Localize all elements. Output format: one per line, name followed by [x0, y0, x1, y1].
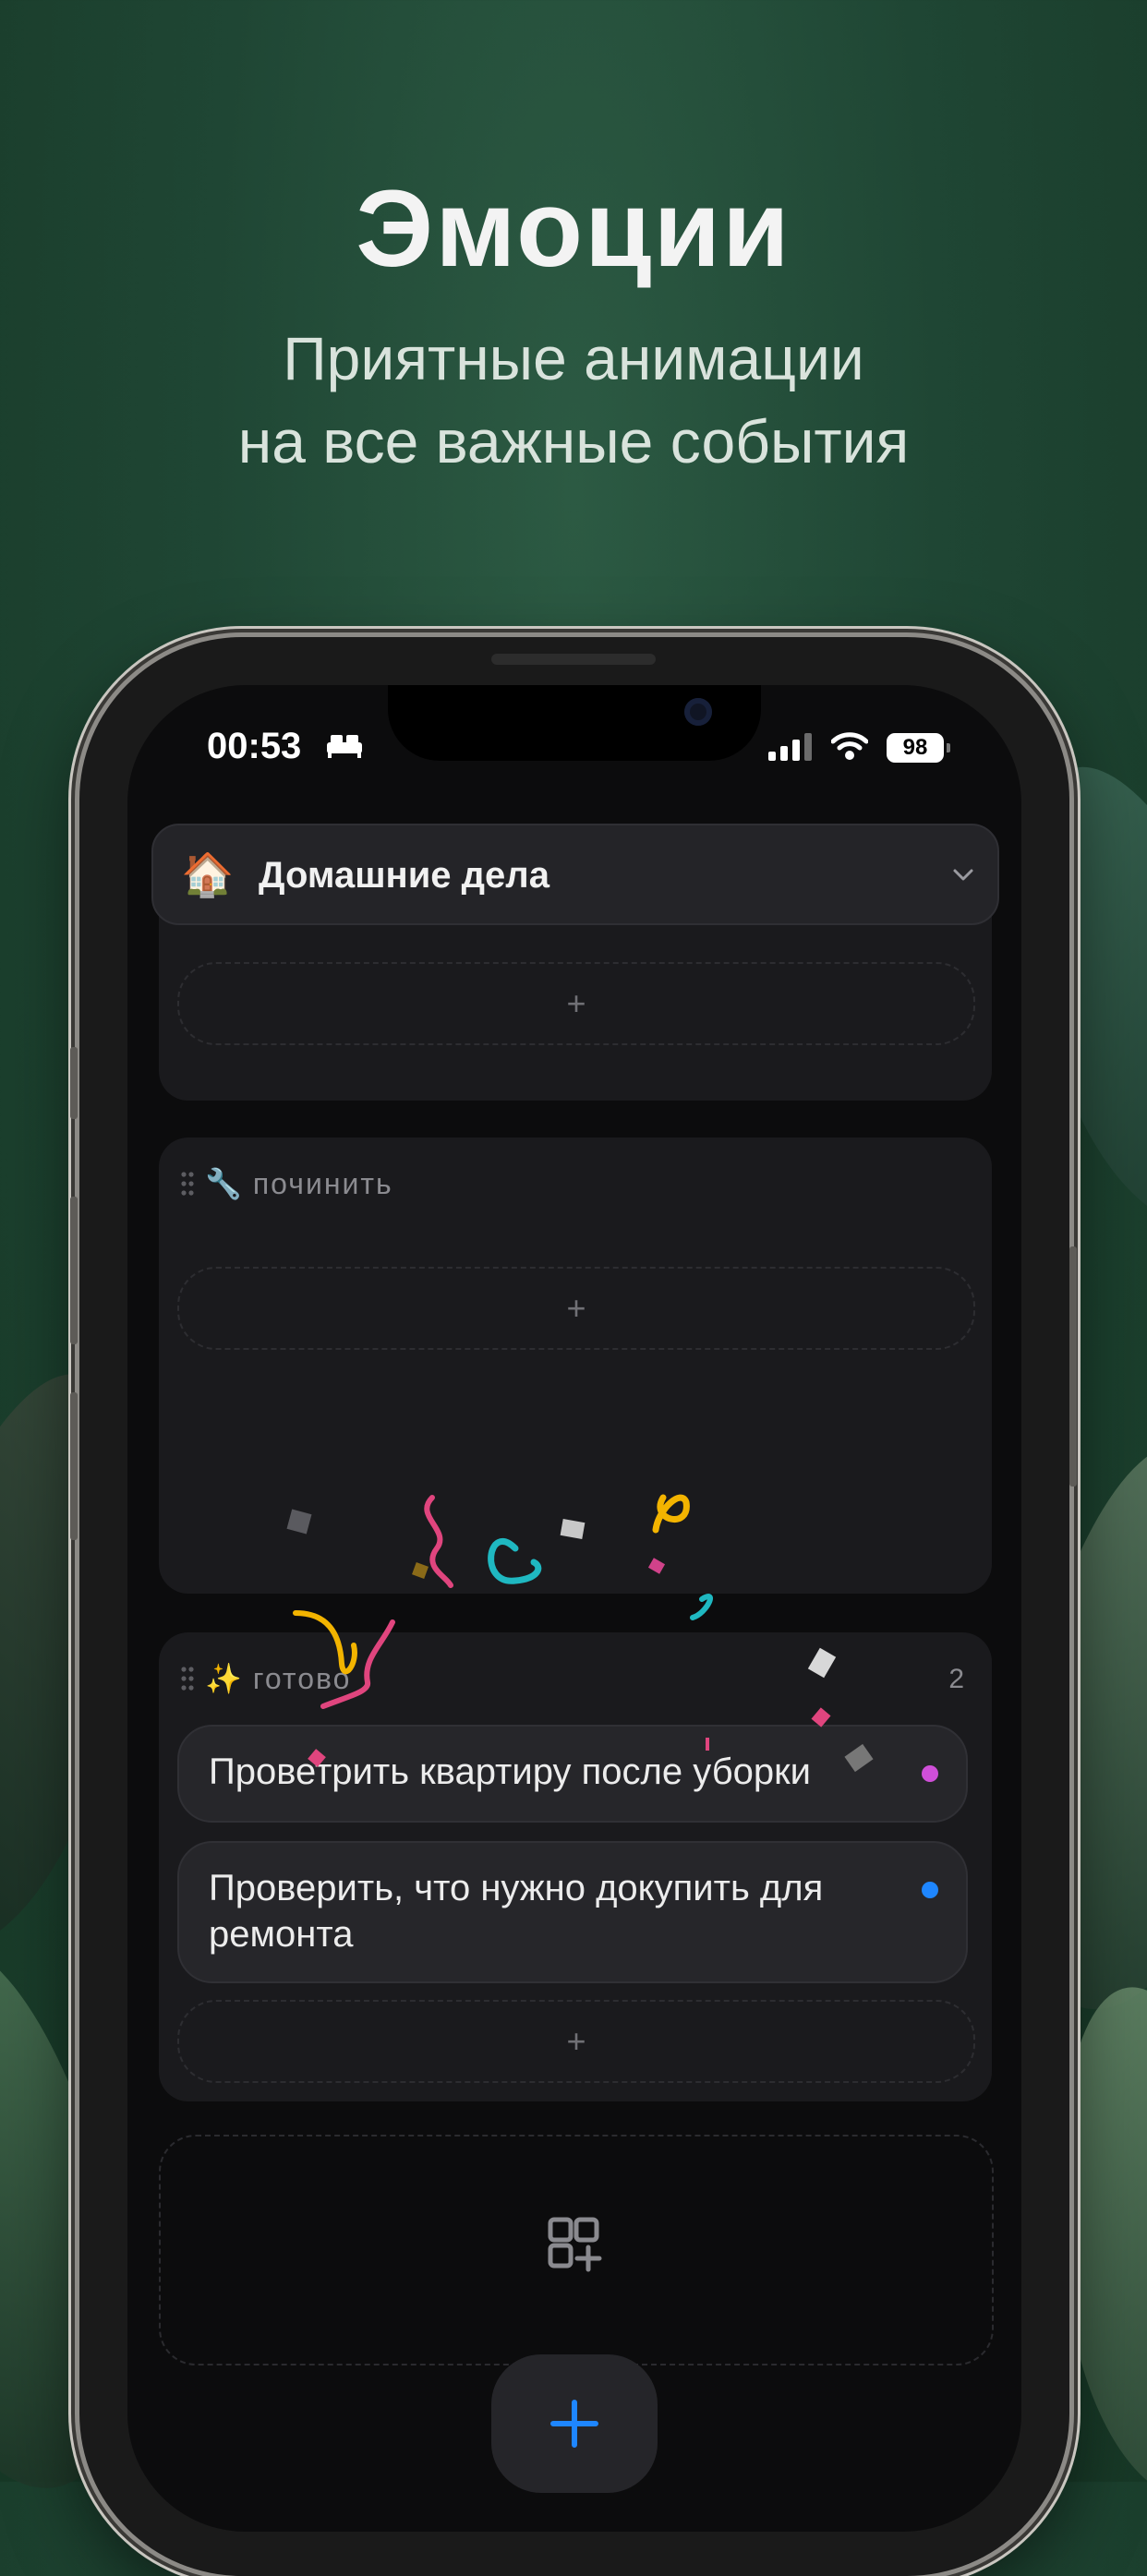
task-color-dot: [922, 1765, 938, 1782]
task-count: 2: [948, 1664, 964, 1694]
project-name: Домашние дела: [259, 855, 549, 896]
front-camera: [684, 698, 712, 726]
task-text: Проветрить квартиру после уборки: [209, 1751, 811, 1792]
add-task-slot[interactable]: +: [177, 1267, 975, 1350]
phone-screen: 00:53 98 + 🏠 Домашние дела 🔧 починить + …: [127, 685, 1021, 2532]
promo-subtitle-line-1: Приятные анимации: [283, 324, 864, 392]
bed-icon: [327, 735, 362, 758]
phone-side-button: [70, 1047, 78, 1119]
task-card[interactable]: Проветрить квартиру после уборки: [177, 1725, 968, 1823]
task-text: Проверить, что нужно докупить для ремонт…: [209, 1868, 824, 1955]
wifi-icon: [831, 732, 868, 760]
add-task-button[interactable]: [491, 2354, 658, 2493]
column-title: починить: [252, 1166, 393, 1200]
column-header: ✨ готово: [181, 1660, 351, 1697]
status-time: 00:53: [207, 726, 302, 766]
add-column-area[interactable]: [159, 2135, 994, 2365]
chevron-down-icon: [953, 869, 973, 881]
promo-title: Эмоции: [356, 168, 791, 290]
project-emoji: 🏠: [181, 850, 235, 898]
phone-side-button: [70, 1392, 78, 1540]
column-done: ✨ готово 2 Проветрить квартиру после убо…: [159, 1632, 992, 2101]
add-task-slot[interactable]: +: [177, 962, 975, 1045]
column-fix: 🔧 починить +: [159, 1138, 992, 1594]
phone-side-button: [1069, 1246, 1077, 1487]
task-color-dot: [922, 1882, 938, 1898]
phone-speaker: [491, 654, 656, 665]
column-title: готово: [252, 1661, 352, 1695]
drag-handle-icon[interactable]: [181, 1172, 194, 1196]
column-emoji: ✨: [205, 1662, 242, 1695]
notch: [388, 685, 761, 761]
promo-subtitle-line-2: на все важные события: [237, 407, 910, 475]
battery-indicator: 98: [887, 733, 950, 763]
plus-icon: [550, 2400, 598, 2448]
drag-handle-icon[interactable]: [181, 1667, 194, 1691]
signal-icon: [768, 733, 812, 761]
column-header: 🔧 починить: [181, 1165, 393, 1202]
add-task-slot[interactable]: +: [177, 2000, 975, 2083]
task-card[interactable]: Проверить, что нужно докупить для ремонт…: [177, 1841, 968, 1983]
project-selector[interactable]: 🏠 Домашние дела: [151, 824, 999, 925]
phone-side-button: [70, 1197, 78, 1344]
column-emoji: 🔧: [205, 1167, 242, 1200]
add-board-icon: [548, 2217, 602, 2272]
